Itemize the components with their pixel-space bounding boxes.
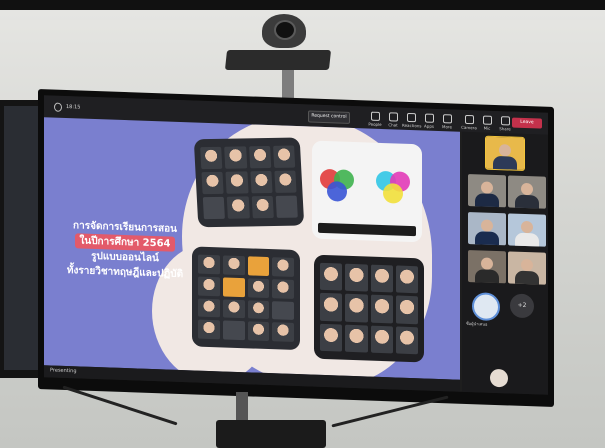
student-gallery-photo <box>314 254 424 363</box>
color-theory-photo <box>312 140 422 243</box>
participant-tile[interactable] <box>468 250 506 284</box>
av-equipment-box <box>216 420 326 448</box>
share-label: Share <box>499 126 511 132</box>
participants-panel: ชื่อผู้นำเสนอ +2 <box>462 131 548 395</box>
chat-label: Chat <box>388 122 398 128</box>
presenter-label: Presenting <box>50 367 77 375</box>
people-label: People <box>368 121 382 127</box>
camera-button[interactable]: Camera <box>460 114 478 131</box>
rgb-colorwheel-icon <box>320 168 360 210</box>
chat-icon <box>388 112 398 122</box>
mic-icon <box>482 115 492 125</box>
tv-stand <box>196 392 346 448</box>
self-avatar[interactable] <box>490 368 508 388</box>
avatar-name: ชื่อผู้นำเสนอ <box>466 320 488 327</box>
participant-tile[interactable] <box>508 213 546 247</box>
request-control-button[interactable]: Request control <box>308 110 350 124</box>
cmy-colorwheel-icon <box>376 170 416 212</box>
chat-button[interactable]: Chat <box>384 112 402 128</box>
share-icon <box>500 116 510 126</box>
people-button[interactable]: People <box>366 111 384 127</box>
online-class-grid-photo <box>192 246 300 351</box>
shield-icon <box>54 102 62 112</box>
shared-slide: การจัดการเรียนการสอน ในปีการศึกษา 2564 ร… <box>44 117 460 380</box>
apps-button[interactable]: Apps <box>420 113 438 129</box>
meeting-timer: 18:15 <box>66 103 81 111</box>
participant-tile[interactable] <box>508 175 546 209</box>
laptop-class-photo <box>193 137 305 228</box>
reactions-label: Reactions <box>402 122 422 129</box>
teams-meeting-window: 18:15 Request control People Chat Reacti… <box>44 95 548 395</box>
more-label: More <box>442 124 452 130</box>
camera-shelf <box>224 50 332 70</box>
participant-tile[interactable] <box>508 251 546 285</box>
avatar[interactable] <box>472 292 500 322</box>
camera-lens-icon <box>274 20 296 40</box>
reactions-icon <box>406 112 416 123</box>
participant-tile[interactable] <box>468 212 506 246</box>
reactions-button[interactable]: Reactions <box>402 112 422 129</box>
participant-tile[interactable] <box>468 174 506 208</box>
camera-icon <box>464 114 474 125</box>
conference-room-photo: 18:15 Request control People Chat Reacti… <box>0 0 605 448</box>
overflow-participants-button[interactable]: +2 <box>510 293 534 319</box>
apps-icon <box>424 113 434 123</box>
slide-title: การจัดการเรียนการสอน ในปีการศึกษา 2564 ร… <box>50 217 200 282</box>
camera-label: Camera <box>461 124 477 131</box>
tv-display: 18:15 Request control People Chat Reacti… <box>38 88 554 408</box>
people-icon <box>370 111 380 121</box>
ceiling-edge <box>0 0 605 10</box>
apps-label: Apps <box>424 123 434 129</box>
participant-tile-speaker[interactable] <box>485 135 525 172</box>
mic-button[interactable]: Mic <box>478 115 496 131</box>
more-icon <box>442 114 452 124</box>
more-button[interactable]: More <box>438 114 456 130</box>
leave-button[interactable]: Leave <box>512 117 542 129</box>
mic-label: Mic <box>483 125 491 131</box>
